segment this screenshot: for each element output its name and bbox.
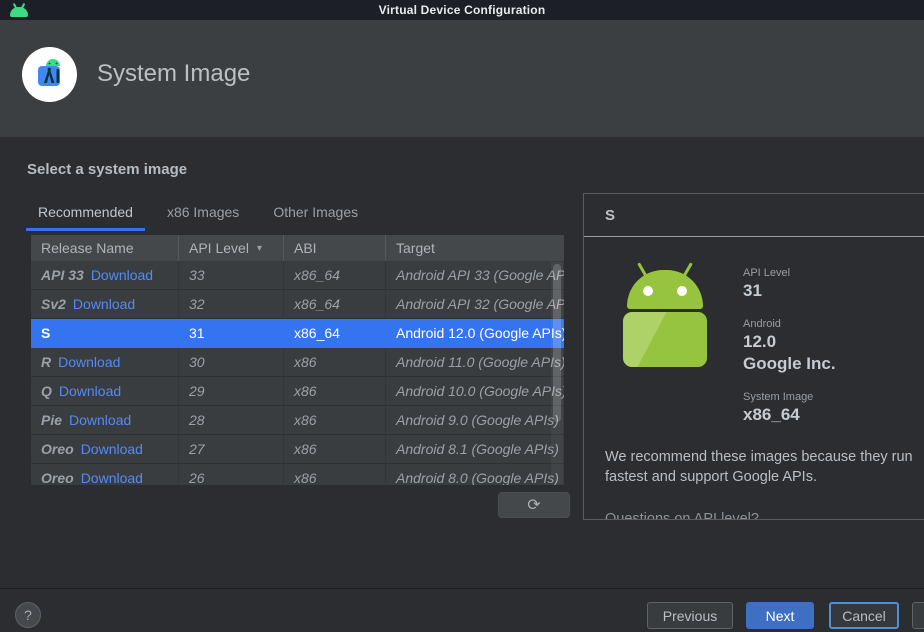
api-level-cell: 33 [179,261,284,289]
details-title: S [584,194,924,224]
download-link[interactable]: Download [73,296,135,312]
api-level-cell: 27 [179,435,284,463]
tab-other-images[interactable]: Other Images [261,197,370,231]
api-level-cell: 30 [179,348,284,376]
abi-cell: x86 [284,435,386,463]
target-cell: Android 9.0 (Google APIs) [386,406,564,434]
system-image-table: Release Name API Level ▾ ABI Target API … [30,234,565,486]
release-name: Pie [41,412,62,428]
download-link[interactable]: Download [81,470,143,486]
page-title: System Image [97,60,250,88]
help-button[interactable]: ? [15,602,41,628]
abi-cell: x86_64 [284,319,386,347]
android-studio-logo-icon [22,47,77,102]
android-label: Android [743,318,836,330]
api-level-help-link[interactable]: Questions on API level? [605,511,759,520]
section-heading: Select a system image [27,161,187,178]
api-level-cell: 28 [179,406,284,434]
scrollbar-thumb[interactable] [553,264,561,422]
table-row[interactable]: API 33 Download 33 x86_64 Android API 33 … [31,261,564,290]
table-scrollbar[interactable] [551,262,563,484]
vendor-value: Google Inc. [743,354,836,374]
release-name: Q [41,383,52,399]
download-link[interactable]: Download [81,441,143,457]
col-api-level[interactable]: API Level ▾ [179,235,284,261]
api-level-value: 31 [743,281,836,301]
abi-cell: x86 [284,348,386,376]
api-level-cell: 31 [179,319,284,347]
release-name: R [41,354,51,370]
finish-button-partial[interactable] [912,602,924,629]
recommendation-text: We recommend these images because they r… [605,448,924,487]
tab-bar: Recommended x86 Images Other Images [26,197,380,231]
refresh-button[interactable]: ⟳ [498,492,570,518]
api-level-cell: 32 [179,290,284,318]
target-cell: Android 11.0 (Google APIs) [386,348,564,376]
table-header-row: Release Name API Level ▾ ABI Target [31,235,564,261]
abi-cell: x86_64 [284,290,386,318]
target-cell: Android 8.0 (Google APIs) [386,464,564,486]
target-cell: Android API 32 (Google APIs) [386,290,564,318]
release-name: API 33 [41,267,84,283]
details-separator [584,236,924,237]
release-name: Sv2 [41,296,66,312]
details-panel: S API Level 31 Android 12.0 Google Inc. … [583,193,924,520]
previous-button[interactable]: Previous [647,602,733,629]
abi-cell: x86_64 [284,261,386,289]
refresh-icon: ⟳ [527,495,540,515]
tab-x86-images[interactable]: x86 Images [155,197,251,231]
api-level-cell: 26 [179,464,284,486]
cancel-button[interactable]: Cancel [829,602,899,629]
footer-separator [0,588,924,589]
release-name: Oreo [41,441,74,457]
col-abi[interactable]: ABI [284,235,386,261]
window-title: Virtual Device Configuration [379,3,546,17]
wizard-header: System Image [0,20,924,137]
download-link[interactable]: Download [59,383,121,399]
titlebar: Virtual Device Configuration [0,0,924,20]
system-image-value: x86_64 [743,405,836,425]
sort-desc-icon: ▾ [257,243,262,254]
download-link[interactable]: Download [91,267,153,283]
details-info: API Level 31 Android 12.0 Google Inc. Sy… [743,267,836,425]
download-link[interactable]: Download [69,412,131,428]
table-row[interactable]: Oreo Download 26 x86 Android 8.0 (Google … [31,464,564,486]
api-level-label: API Level [743,267,836,279]
download-link[interactable]: Download [58,354,120,370]
table-row[interactable]: Oreo Download 27 x86 Android 8.1 (Google … [31,435,564,464]
table-row[interactable]: Q Download 29 x86 Android 10.0 (Google AP… [31,377,564,406]
android-version-value: 12.0 [743,332,836,352]
table-row-selected[interactable]: S 31 x86_64 Android 12.0 (Google APIs) [31,319,564,348]
col-release-name[interactable]: Release Name [31,235,179,261]
question-mark-icon: ? [24,607,32,623]
android-robot-icon [623,270,707,367]
target-cell: Android 12.0 (Google APIs) [386,319,564,347]
table-row[interactable]: Sv2 Download 32 x86_64 Android API 32 (Go… [31,290,564,319]
abi-cell: x86 [284,406,386,434]
tab-recommended[interactable]: Recommended [26,197,145,231]
next-button[interactable]: Next [746,602,814,629]
android-head-icon [9,3,29,17]
target-cell: Android 10.0 (Google APIs) [386,377,564,405]
abi-cell: x86 [284,464,386,486]
table-row[interactable]: Pie Download 28 x86 Android 9.0 (Google A… [31,406,564,435]
table-row[interactable]: R Download 30 x86 Android 11.0 (Google AP… [31,348,564,377]
abi-cell: x86 [284,377,386,405]
col-target[interactable]: Target [386,235,564,261]
target-cell: Android API 33 (Google APIs) [386,261,564,289]
api-level-cell: 29 [179,377,284,405]
system-image-label: System Image [743,391,836,403]
release-name: Oreo [41,470,74,486]
release-name: S [41,325,50,341]
target-cell: Android 8.1 (Google APIs) [386,435,564,463]
